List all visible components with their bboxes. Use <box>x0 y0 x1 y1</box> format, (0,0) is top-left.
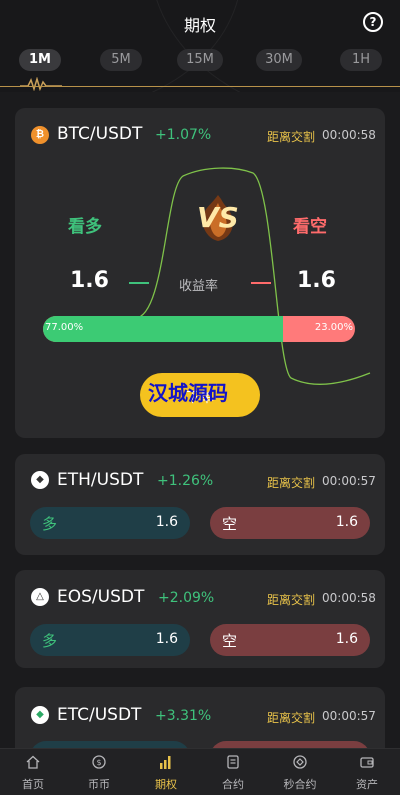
coin-icon: $ <box>92 755 106 769</box>
page-header: 期权 ? 1M 5M 15M 30M 1H <box>0 0 400 92</box>
price-change: +1.26% <box>157 473 214 489</box>
pair-name: ETH/USDT <box>57 470 144 490</box>
pair-name: ETC/USDT <box>57 705 142 725</box>
short-odds: 1.6 <box>335 631 358 647</box>
short-odds: 1.6 <box>297 268 336 293</box>
countdown: 00:00:58 <box>322 591 376 605</box>
tab-1m[interactable]: 1M <box>19 49 61 71</box>
countdown-label: 距离交割 <box>267 711 316 725</box>
short-label: 看空 <box>293 217 327 237</box>
countdown-label: 距离交割 <box>267 476 316 490</box>
long-button[interactable]: 多 1.6 <box>30 624 190 656</box>
short-odds: 1.6 <box>335 514 358 530</box>
long-dash <box>129 282 149 284</box>
nav-home-label: 首页 <box>22 778 44 791</box>
nav-second-contract-label: 秒合约 <box>283 778 317 791</box>
countdown: 00:00:57 <box>322 474 376 488</box>
price-change: +2.09% <box>158 590 215 606</box>
short-button[interactable]: 空 1.6 <box>210 507 370 539</box>
watermark: 汉城源码 <box>148 381 228 405</box>
etc-icon: ◆ <box>31 706 49 724</box>
long-label: 多 <box>42 515 58 533</box>
tab-5m[interactable]: 5M <box>100 49 142 71</box>
long-button[interactable]: 多 1.6 <box>30 507 190 539</box>
order-button[interactable]: 下单 汉城源码 <box>140 373 260 417</box>
long-odds: 1.6 <box>155 514 178 530</box>
question-circle-icon[interactable]: ? <box>363 12 383 32</box>
nav-assets[interactable]: 资产 <box>334 749 400 795</box>
market-card-eth[interactable]: ◆ ETH/USDT +1.26% 距离交割 00:00:57 多 1.6 空 … <box>15 454 385 555</box>
nav-options-label: 期权 <box>155 778 177 791</box>
nav-options[interactable]: 期权 <box>133 749 199 795</box>
long-label: 看多 <box>68 217 102 237</box>
yield-label: 收益率 <box>179 279 219 294</box>
ethereum-icon: ◆ <box>31 471 49 489</box>
bottom-nav: 首页 $ 币币 期权 合约 秒合约 资产 <box>0 748 400 795</box>
nav-spot[interactable]: $ 币币 <box>66 749 132 795</box>
eos-icon: △ <box>31 588 49 606</box>
nav-home[interactable]: 首页 <box>0 749 66 795</box>
long-odds: 1.6 <box>70 268 109 293</box>
page-title: 期权 <box>183 16 216 35</box>
long-odds: 1.6 <box>155 631 178 647</box>
tab-30m[interactable]: 30M <box>256 49 302 71</box>
document-icon <box>227 755 239 769</box>
nav-second-contract[interactable]: 秒合约 <box>267 749 333 795</box>
nav-contract[interactable]: 合约 <box>200 749 266 795</box>
ratio-bar: 77.00% 23.00% <box>43 316 355 342</box>
countdown-label: 距离交割 <box>267 593 316 607</box>
short-button[interactable]: 空 1.6 <box>210 624 370 656</box>
home-icon <box>26 755 40 769</box>
period-tabs: 1M 5M 15M 30M 1H <box>0 49 400 71</box>
pulse-icon <box>20 77 62 91</box>
short-percent: 23.00% <box>314 322 353 333</box>
tab-15m[interactable]: 15M <box>177 49 223 71</box>
long-percent: 77.00% <box>45 322 84 333</box>
market-card-eos[interactable]: △ EOS/USDT +2.09% 距离交割 00:00:58 多 1.6 空 … <box>15 570 385 668</box>
short-label: 空 <box>222 515 238 533</box>
svg-text:$: $ <box>96 758 101 767</box>
featured-card[interactable]: ₿ BTC/USDT +1.07% 距离交割 00:00:58 看多 看空 VS… <box>15 108 385 438</box>
nav-assets-label: 资产 <box>356 778 378 791</box>
vs-badge: VS <box>183 193 253 243</box>
short-label: 空 <box>222 632 238 650</box>
pair-name: EOS/USDT <box>57 587 145 607</box>
price-change: +3.31% <box>155 708 212 724</box>
divider <box>0 86 400 87</box>
tab-1h[interactable]: 1H <box>340 49 382 71</box>
nav-contract-label: 合约 <box>222 778 244 791</box>
target-icon <box>293 755 307 769</box>
countdown: 00:00:57 <box>322 709 376 723</box>
bar-chart-icon <box>160 756 171 769</box>
short-dash <box>251 282 271 284</box>
wallet-icon <box>360 757 374 768</box>
vs-text: VS <box>197 201 239 234</box>
nav-spot-label: 币币 <box>88 778 110 791</box>
long-label: 多 <box>42 632 58 650</box>
